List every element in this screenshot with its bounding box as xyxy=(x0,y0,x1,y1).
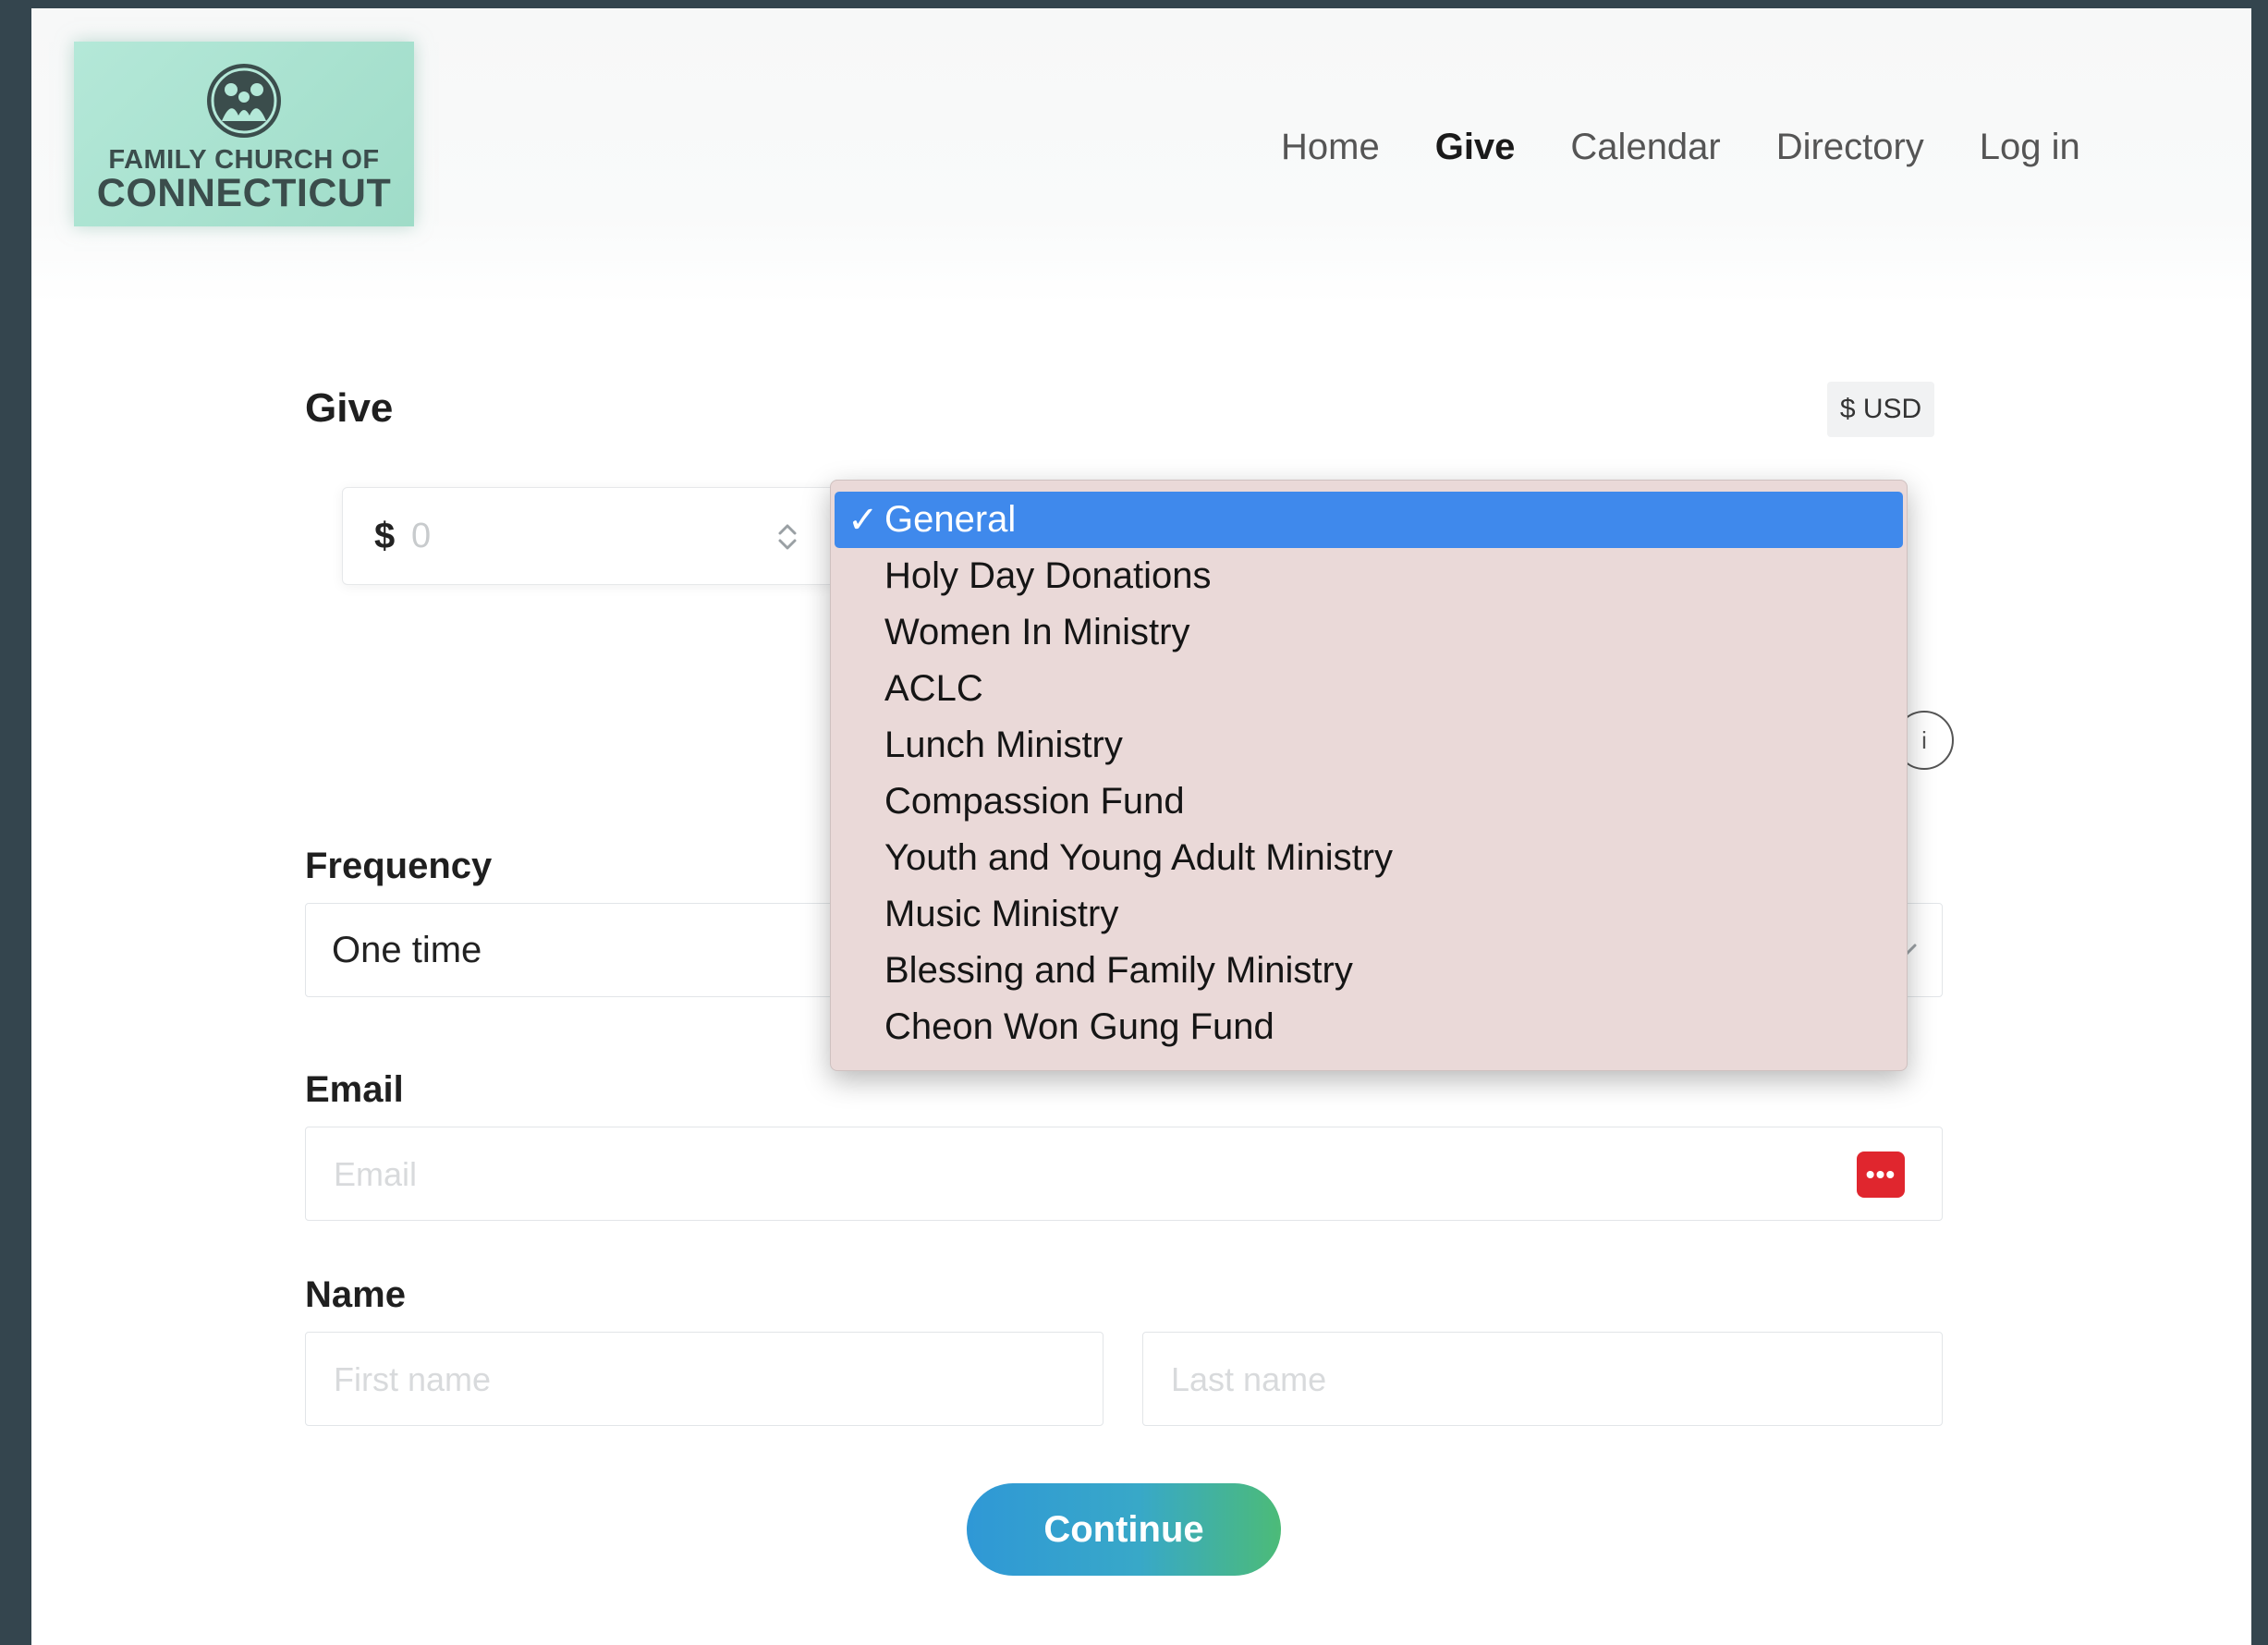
give-title: Give xyxy=(305,385,394,431)
fund-option-blessing-family-ministry[interactable]: Blessing and Family Ministry xyxy=(835,943,1903,999)
nav-login[interactable]: Log in xyxy=(1980,127,2080,168)
checkmark-icon: ✓ xyxy=(847,500,879,541)
fund-option-youth-ministry[interactable]: Youth and Young Adult Ministry xyxy=(835,830,1903,886)
password-manager-icon[interactable]: ••• xyxy=(1857,1152,1905,1198)
email-field[interactable]: ••• xyxy=(305,1127,1943,1221)
nav-directory[interactable]: Directory xyxy=(1776,127,1924,168)
fund-option-music-ministry[interactable]: Music Ministry xyxy=(835,886,1903,943)
nav-give[interactable]: Give xyxy=(1435,127,1516,168)
last-name-field[interactable] xyxy=(1142,1332,1943,1426)
fund-dropdown-menu[interactable]: ✓ General Holy Day Donations Women In Mi… xyxy=(830,480,1908,1071)
family-emblem-icon xyxy=(207,64,281,138)
fund-option-lunch-ministry[interactable]: Lunch Ministry xyxy=(835,717,1903,774)
church-logo[interactable]: FAMILY CHURCH OF CONNECTICUT xyxy=(74,42,414,226)
site-header: FAMILY CHURCH OF CONNECTICUT Home Give C… xyxy=(31,8,2251,304)
logo-text-bottom: CONNECTICUT xyxy=(96,171,392,215)
page: FAMILY CHURCH OF CONNECTICUT Home Give C… xyxy=(31,8,2251,1645)
fund-option-label: General xyxy=(884,499,1017,540)
currency-badge[interactable]: $ USD xyxy=(1827,382,1934,437)
name-label: Name xyxy=(305,1274,406,1315)
dollar-sign: $ xyxy=(374,516,396,556)
stepper-icon[interactable] xyxy=(774,518,801,556)
continue-button[interactable]: Continue xyxy=(967,1483,1281,1576)
fund-option-general[interactable]: ✓ General xyxy=(835,492,1903,548)
frequency-label: Frequency xyxy=(305,846,493,886)
frequency-value: One time xyxy=(332,930,482,970)
email-input[interactable] xyxy=(332,1148,1814,1201)
fund-option-compassion-fund[interactable]: Compassion Fund xyxy=(835,774,1903,830)
main-nav: Home Give Calendar Directory Log in xyxy=(1281,127,2136,168)
email-label: Email xyxy=(305,1069,404,1110)
fund-option-women-in-ministry[interactable]: Women In Ministry xyxy=(835,604,1903,661)
first-name-input[interactable] xyxy=(332,1353,1075,1407)
nav-calendar[interactable]: Calendar xyxy=(1570,127,1720,168)
last-name-input[interactable] xyxy=(1169,1353,1912,1407)
amount-field[interactable]: $ xyxy=(342,487,839,585)
fund-option-aclc[interactable]: ACLC xyxy=(835,661,1903,717)
first-name-field[interactable] xyxy=(305,1332,1104,1426)
nav-home[interactable]: Home xyxy=(1281,127,1380,168)
fund-option-cheon-won-gung-fund[interactable]: Cheon Won Gung Fund xyxy=(835,999,1903,1055)
amount-input[interactable] xyxy=(409,510,690,562)
fund-option-holy-day-donations[interactable]: Holy Day Donations xyxy=(835,548,1903,604)
